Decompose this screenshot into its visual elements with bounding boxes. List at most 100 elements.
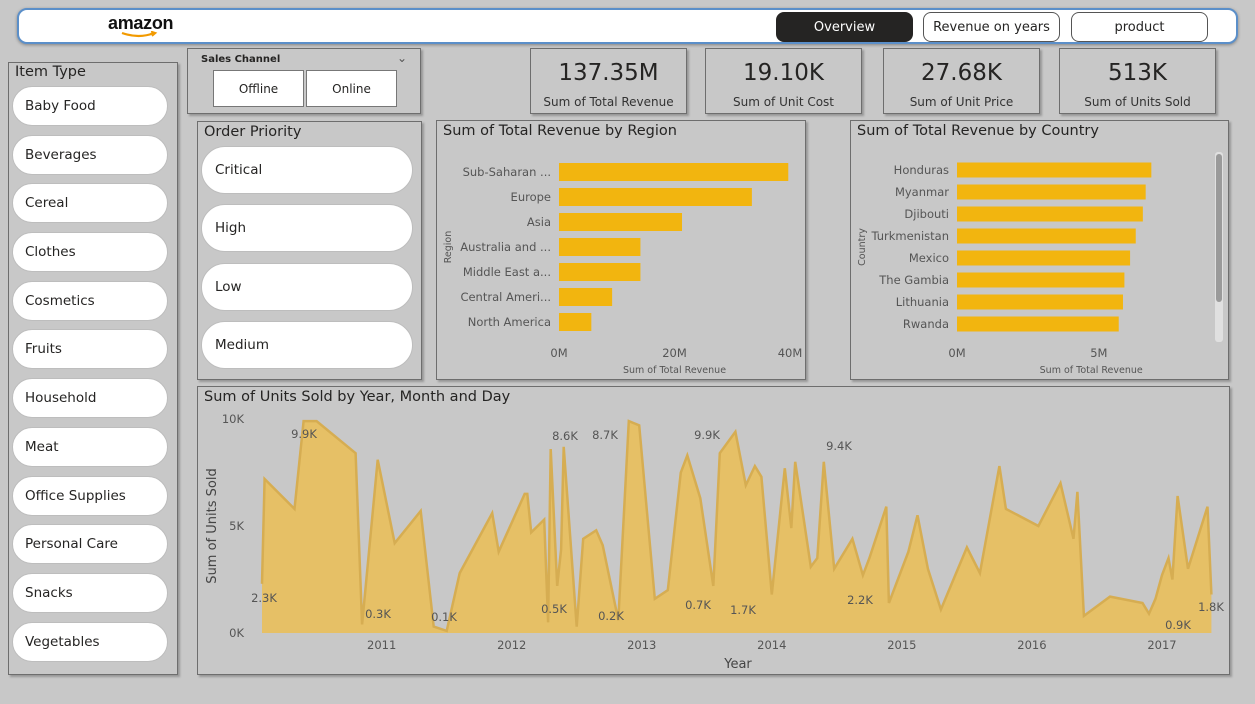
data-label: 1.8K <box>1198 600 1224 614</box>
item-type-option[interactable]: Personal Care <box>12 524 168 564</box>
y-tick-label: 5K <box>229 519 244 533</box>
country-chart-scroll-thumb[interactable] <box>1216 154 1222 302</box>
item-type-title: Item Type <box>15 64 86 80</box>
y-tick-label: North America <box>468 315 551 329</box>
area-chart-svg: 0K 5K 10K 2011 2012 2013 2014 2015 2016 2017 Year S… <box>205 412 1224 672</box>
bar <box>957 250 1131 266</box>
revenue-on-years-nav-button[interactable]: Revenue on years <box>923 12 1060 42</box>
revenue-by-country-chart: Sum of Total Revenue by Country Honduras… <box>850 120 1229 380</box>
data-label: 0.1K <box>431 610 457 624</box>
x-tick-label: 0M <box>550 346 567 360</box>
sales-channel-online-button[interactable]: Online <box>306 70 397 107</box>
x-tick-label: 2016 <box>1017 638 1046 652</box>
region-bar-chart-svg: Sub-Saharan ... Europe Asia Australia and .… <box>443 163 803 376</box>
item-type-option[interactable]: Household <box>12 378 168 418</box>
y-axis-label: Region <box>443 231 454 264</box>
data-label: 9.9K <box>291 427 317 441</box>
y-tick-label: Lithuania <box>896 295 949 309</box>
data-label: 2.3K <box>251 591 277 605</box>
y-tick-label: Turkmenistan <box>870 229 949 243</box>
y-tick-label: Europe <box>511 190 551 204</box>
data-label: 0.2K <box>598 609 624 623</box>
bar <box>559 238 641 256</box>
data-label: 9.9K <box>694 428 720 442</box>
data-label: 0.9K <box>1165 618 1191 632</box>
bar <box>559 263 641 281</box>
y-tick-label: Mexico <box>909 251 949 265</box>
y-tick-label: 10K <box>222 412 245 426</box>
data-label: 2.2K <box>847 593 873 607</box>
item-type-slicer: Item Type Baby Food Beverages Cereal Clo… <box>8 62 178 675</box>
order-priority-option[interactable]: Low <box>201 263 413 311</box>
x-axis-label: Sum of Total Revenue <box>1040 365 1143 376</box>
x-axis-label: Year <box>723 657 752 672</box>
x-axis-label: Sum of Total Revenue <box>623 365 726 376</box>
overview-nav-button[interactable]: Overview <box>776 12 913 42</box>
x-tick-label: 2014 <box>757 638 786 652</box>
bar <box>559 188 752 206</box>
kpi-value: 19.10K <box>743 60 824 86</box>
y-tick-label: Middle East a... <box>463 265 551 279</box>
y-axis-label: Country <box>857 228 868 266</box>
sales-channel-offline-button[interactable]: Offline <box>213 70 304 107</box>
item-type-option[interactable]: Cereal <box>12 183 168 223</box>
kpi-value: 137.35M <box>558 60 659 86</box>
data-label: 8.7K <box>592 428 618 442</box>
bar <box>559 163 789 181</box>
bar <box>957 316 1119 332</box>
x-tick-label: 2012 <box>497 638 526 652</box>
data-label: 8.6K <box>552 429 578 443</box>
x-tick-label: 20M <box>662 346 687 360</box>
item-type-option[interactable]: Snacks <box>12 573 168 613</box>
bar <box>559 313 592 331</box>
x-tick-label: 40M <box>778 346 803 360</box>
item-type-option[interactable]: Vegetables <box>12 622 168 662</box>
y-tick-label: Myanmar <box>895 185 949 199</box>
data-label: 0.5K <box>541 602 567 616</box>
item-type-option[interactable]: Beverages <box>12 135 168 175</box>
y-tick-label: 0K <box>229 626 244 640</box>
bar <box>559 288 613 306</box>
sales-channel-slicer: Sales Channel ⌄ Offline Online <box>187 48 421 114</box>
item-type-option[interactable]: Meat <box>12 427 168 467</box>
x-tick-label: 2013 <box>627 638 656 652</box>
bar <box>957 184 1146 200</box>
item-type-option[interactable]: Baby Food <box>12 86 168 126</box>
kpi-label: Sum of Unit Cost <box>732 95 835 109</box>
area-fill <box>262 421 1212 633</box>
x-tick-label: 5M <box>1090 346 1107 360</box>
order-priority-option[interactable]: Medium <box>201 321 413 369</box>
kpi-label: Sum of Unit Price <box>909 95 1014 109</box>
order-priority-option[interactable]: Critical <box>201 146 413 194</box>
bar <box>957 162 1152 178</box>
kpi-label: Sum of Total Revenue <box>543 95 674 109</box>
data-label: 0.3K <box>365 607 391 621</box>
x-tick-label: 0M <box>948 346 965 360</box>
y-tick-label: Rwanda <box>903 317 949 331</box>
order-priority-option[interactable]: High <box>201 204 413 252</box>
amazon-smile-icon <box>121 31 158 38</box>
x-tick-label: 2011 <box>367 638 396 652</box>
data-label: 9.4K <box>826 439 852 453</box>
kpi-card-unit-cost: 19.10K Sum of Unit Cost <box>705 48 862 114</box>
bar <box>957 228 1136 244</box>
product-nav-button[interactable]: product <box>1071 12 1208 42</box>
bar <box>559 213 683 231</box>
x-tick-label: 2017 <box>1147 638 1176 652</box>
y-tick-label: Djibouti <box>904 207 949 221</box>
kpi-card-unit-price: 27.68K Sum of Unit Price <box>883 48 1040 114</box>
bar <box>957 272 1125 288</box>
y-tick-label: Australia and ... <box>460 240 551 254</box>
item-type-option[interactable]: Cosmetics <box>12 281 168 321</box>
chevron-down-icon[interactable]: ⌄ <box>397 51 407 65</box>
bar <box>957 294 1123 310</box>
data-label: 1.7K <box>730 603 756 617</box>
y-tick-label: Central Ameri... <box>460 290 551 304</box>
kpi-value: 513K <box>1108 60 1167 86</box>
kpi-card-units-sold: 513K Sum of Units Sold <box>1059 48 1216 114</box>
item-type-option[interactable]: Office Supplies <box>12 476 168 516</box>
item-type-option[interactable]: Fruits <box>12 329 168 369</box>
item-type-option[interactable]: Clothes <box>12 232 168 272</box>
bar <box>957 206 1143 222</box>
y-tick-label: Honduras <box>894 163 949 177</box>
